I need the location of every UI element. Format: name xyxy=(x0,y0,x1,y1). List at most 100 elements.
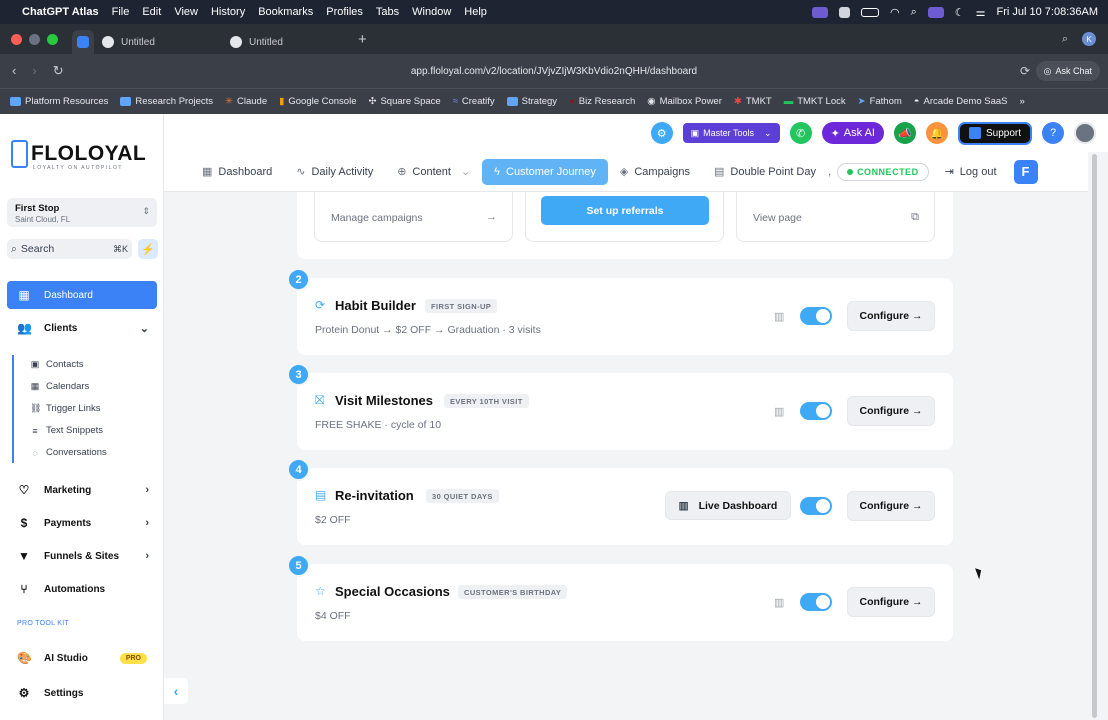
bookmark-research-projects[interactable]: Research Projects xyxy=(120,96,213,107)
menu-view[interactable]: View xyxy=(174,6,198,18)
sidebar-search[interactable]: ⌕ Search ⌘K xyxy=(7,239,132,259)
bookmark-google-console[interactable]: ▮ Google Console xyxy=(279,96,356,107)
megaphone-icon[interactable]: 📣 xyxy=(893,122,916,144)
help-icon[interactable]: ? xyxy=(1042,122,1064,144)
scrollbar-thumb[interactable] xyxy=(1092,154,1097,718)
screen-share-icon[interactable] xyxy=(811,6,828,18)
sidebar-item-clients[interactable]: 👥 Clients ⌄ xyxy=(7,314,157,342)
sidebar-item-marketing[interactable]: ♡ Marketing › xyxy=(7,476,157,504)
bookmark-tmkt-lock[interactable]: ▬ TMKT Lock xyxy=(784,96,846,107)
settings-gear-icon[interactable]: ⚙ xyxy=(650,122,673,144)
bookmarks-overflow-icon[interactable]: » xyxy=(1020,96,1025,107)
live-dashboard-button[interactable]: ▥ Live Dashboard xyxy=(665,491,791,520)
master-tools-dropdown[interactable]: ▣ Master Tools ⌄ xyxy=(682,123,780,143)
bookmark-strategy[interactable]: Strategy xyxy=(506,96,557,107)
minimize-window-button[interactable] xyxy=(29,33,40,45)
ask-ai-button[interactable]: ✦ Ask AI xyxy=(821,122,884,144)
menu-file[interactable]: File xyxy=(112,6,130,18)
search-icon[interactable]: ⌕ xyxy=(911,6,917,19)
location-switcher[interactable]: First Stop Saint Cloud, FL ⇕ xyxy=(7,198,157,227)
new-tab-button[interactable]: + xyxy=(358,31,367,48)
tab-untitled-1[interactable]: Untitled xyxy=(94,30,222,54)
stats-icon[interactable]: ▥ xyxy=(774,405,784,418)
bookmark-mailbox-power[interactable]: ◉ Mailbox Power xyxy=(647,96,722,107)
sidebar-item-settings[interactable]: ⚙ Settings xyxy=(7,679,157,707)
bookmark-claude[interactable]: ✳ Claude xyxy=(225,96,267,107)
menu-tabs[interactable]: Tabs xyxy=(376,6,399,18)
configure-button[interactable]: Configure → xyxy=(847,396,935,426)
toggles-icon[interactable]: ⚌ xyxy=(976,6,986,19)
sidebar-sub-contacts[interactable]: ▣ Contacts xyxy=(30,359,84,370)
battery-icon[interactable] xyxy=(860,7,879,17)
quick-actions-bolt-icon[interactable]: ⚡ xyxy=(138,239,158,259)
menu-profiles[interactable]: Profiles xyxy=(326,6,363,18)
bookmark-biz-research[interactable]: ● Biz Research xyxy=(569,96,635,107)
sidebar-sub-calendars[interactable]: ▦ Calendars xyxy=(30,381,90,392)
menu-edit[interactable]: Edit xyxy=(142,6,161,18)
pro-badge: PRO xyxy=(119,652,147,664)
control-center-icon[interactable] xyxy=(927,6,944,18)
sidebar-item-funnels[interactable]: ▼ Funnels & Sites › xyxy=(7,542,157,570)
configure-button[interactable]: Configure → xyxy=(847,491,935,521)
sidebar-sub-conversations[interactable]: ◌ Conversations xyxy=(30,447,106,458)
moon-icon[interactable]: ☾ xyxy=(955,6,965,19)
bookmark-fathom[interactable]: ➤ Fathom xyxy=(858,96,902,107)
url-field[interactable]: app.floloyal.com/v2/location/JVjvZIjW3Kb… xyxy=(0,66,1108,77)
setup-referrals-button[interactable]: Set up referrals xyxy=(541,196,709,225)
sidebar-item-ai-studio[interactable]: 🎨 AI Studio PRO xyxy=(7,644,157,672)
zoom-window-button[interactable] xyxy=(47,33,58,45)
menubar-datetime[interactable]: Fri Jul 10 7:08:36AM xyxy=(997,6,1099,18)
menu-app-name[interactable]: ChatGPT Atlas xyxy=(22,6,99,18)
step-enabled-toggle[interactable] xyxy=(800,402,832,420)
bookmark-arcade-demo[interactable]: ◓ Arcade Demo SaaS xyxy=(914,96,1008,107)
menu-history[interactable]: History xyxy=(211,6,245,18)
tab-dashboard[interactable]: ▦ Dashboard xyxy=(190,159,284,185)
ask-chat-button[interactable]: ◎ Ask Chat xyxy=(1035,61,1100,81)
sidebar-item-dashboard[interactable]: ▦ Dashboard xyxy=(7,281,157,309)
tab-content[interactable]: ⊕ Content ⌄ xyxy=(385,159,482,185)
mouse-cursor-icon xyxy=(975,566,984,580)
record-icon[interactable] xyxy=(838,6,850,18)
tab-untitled-2[interactable]: Untitled xyxy=(222,30,350,54)
sidebar-sub-text-snippets[interactable]: ≡ Text Snippets xyxy=(30,425,103,436)
view-page-card[interactable]: View page ⧉ xyxy=(736,192,935,242)
menu-bookmarks[interactable]: Bookmarks xyxy=(258,6,313,18)
tab-daily-activity[interactable]: ∿ Daily Activity xyxy=(284,159,385,185)
close-window-button[interactable] xyxy=(11,33,22,45)
tab-double-point-day[interactable]: ▤ Double Point Day xyxy=(702,159,828,185)
bookmark-tmkt[interactable]: ✱ TMKT xyxy=(734,96,772,107)
floloyal-logo[interactable]: FLOLOYAL LOYALTY ON AUTOPILOT xyxy=(11,140,146,171)
menu-window[interactable]: Window xyxy=(412,6,451,18)
step-enabled-toggle[interactable] xyxy=(800,497,832,515)
tab-campaigns[interactable]: ◈ Campaigns xyxy=(608,159,702,185)
tab-search-icon[interactable]: ⌕ xyxy=(1062,33,1068,46)
profile-avatar[interactable]: K xyxy=(1082,32,1096,46)
bookmark-square-space[interactable]: ✣ Square Space xyxy=(369,96,441,107)
wifi-icon[interactable]: ◠ xyxy=(890,6,900,19)
bookmark-label: Creatify xyxy=(461,96,495,107)
user-avatar[interactable] xyxy=(1074,122,1096,144)
phone-icon[interactable]: ✆ xyxy=(789,122,812,144)
bookmark-creatify[interactable]: ≈ Creatify xyxy=(453,96,495,107)
tab-customer-journey[interactable]: ϟ Customer Journey xyxy=(482,158,608,185)
tab-floloyal[interactable] xyxy=(72,30,94,54)
logout-button[interactable]: ⇥ Log out xyxy=(945,165,997,179)
refresh-page-icon[interactable]: ⟳ xyxy=(1020,64,1030,78)
floloyal-app-icon[interactable]: F xyxy=(1013,159,1038,184)
configure-button[interactable]: Configure → xyxy=(847,587,935,617)
sidebar-item-payments[interactable]: $ Payments › xyxy=(7,509,157,537)
stats-icon[interactable]: ▥ xyxy=(774,310,784,323)
stats-icon[interactable]: ▥ xyxy=(774,596,784,609)
configure-button[interactable]: Configure → xyxy=(847,301,935,331)
sidebar-item-automations[interactable]: ⑂ Automations xyxy=(7,575,157,603)
step-enabled-toggle[interactable] xyxy=(800,593,832,611)
step-enabled-toggle[interactable] xyxy=(800,307,832,325)
page-scrollbar[interactable] xyxy=(1088,152,1108,720)
bookmark-platform-resources[interactable]: Platform Resources xyxy=(10,96,108,107)
manage-campaigns-card[interactable]: Manage campaigns → xyxy=(314,192,513,242)
collapse-sidebar-chevron-left-icon[interactable]: ‹ xyxy=(164,678,188,704)
menu-help[interactable]: Help xyxy=(464,6,487,18)
sidebar-sub-trigger-links[interactable]: ⛓ Trigger Links xyxy=(30,403,101,414)
support-button[interactable]: Support xyxy=(957,121,1032,145)
bell-icon[interactable]: 🔔 xyxy=(925,122,948,144)
